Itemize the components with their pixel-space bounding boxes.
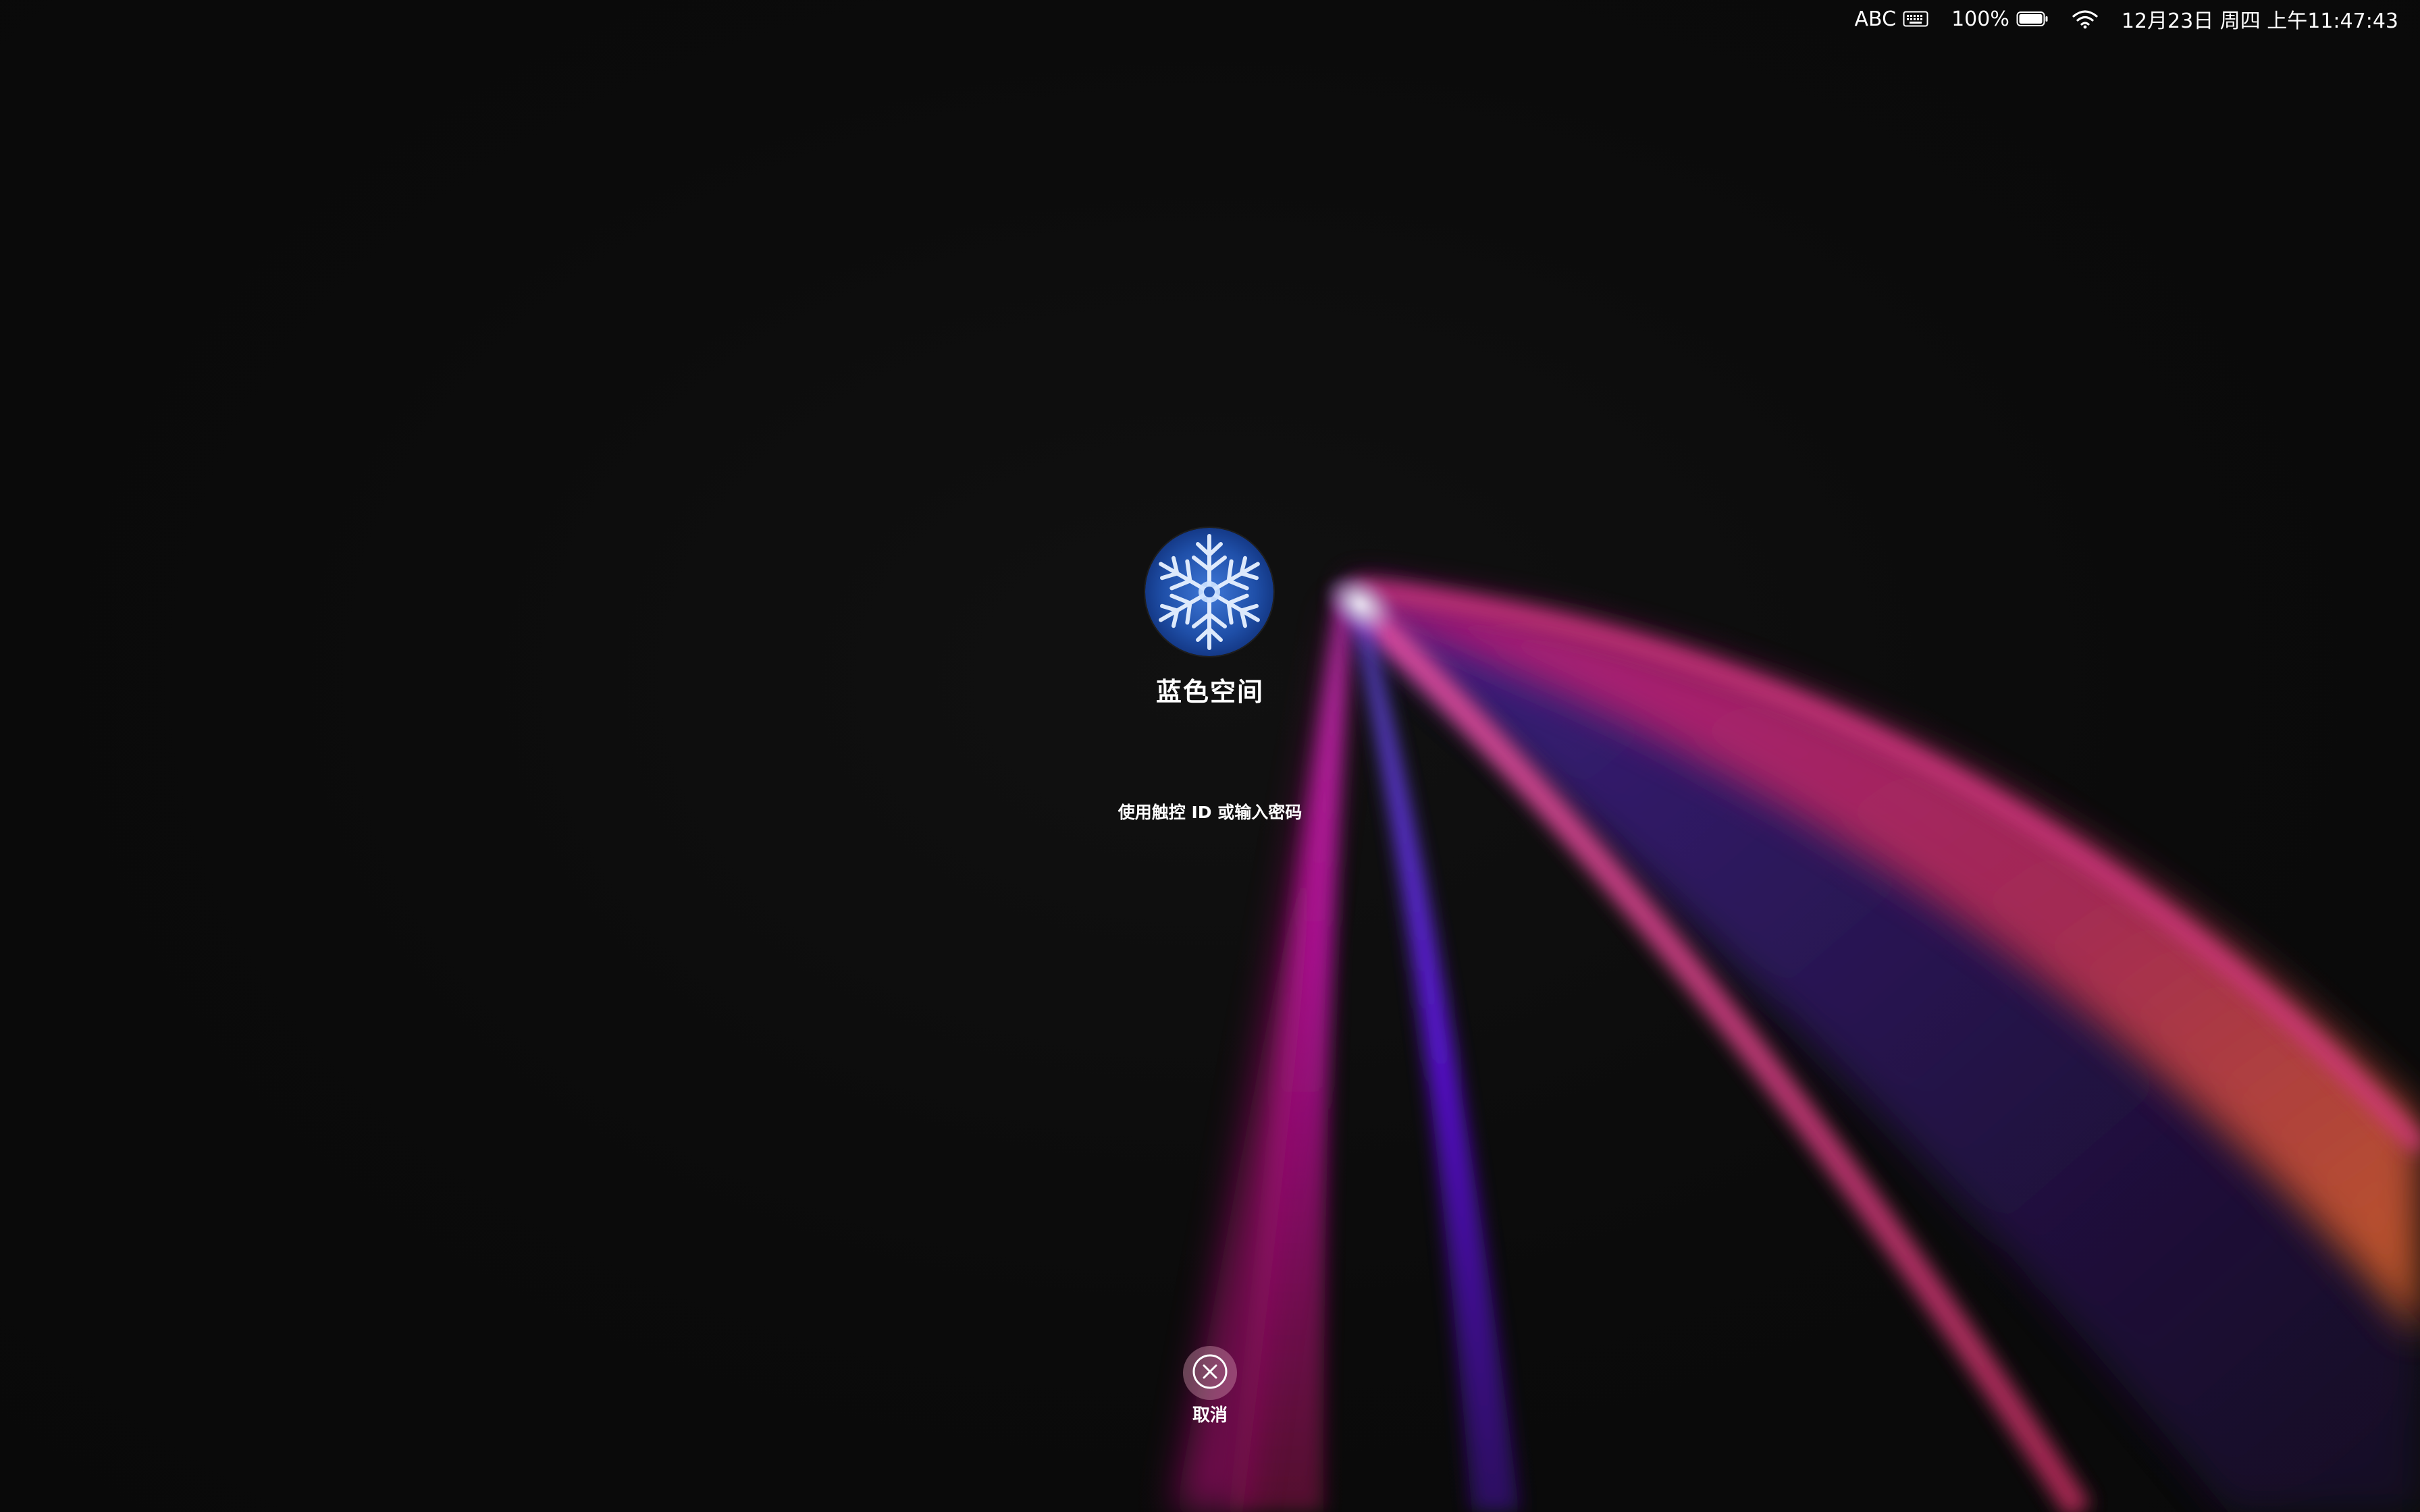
wallpaper-light-beams [1175,571,2420,1512]
close-icon [1191,1353,1229,1393]
battery-menu[interactable]: 100% [1951,7,2049,31]
keyboard-icon [1903,11,1928,27]
wifi-icon [2072,9,2099,29]
touch-id-prompt: 使用触控 ID 或输入密码 [1117,803,1303,822]
battery-icon [2016,11,2049,27]
lock-screen: ABC 100% 12月23日 周四 上午11:47:43 蓝色空间 使用触控 … [0,0,2420,1512]
cancel-button[interactable] [1183,1346,1237,1400]
wifi-menu[interactable] [2072,9,2099,29]
menu-bar: ABC 100% 12月23日 周四 上午11:47:43 [1832,0,2420,38]
cancel-label: 取消 [1192,1405,1228,1426]
snowflake-avatar-icon [1145,528,1273,656]
input-source-menu[interactable]: ABC [1855,7,1929,31]
datetime: 12月23日 周四 上午11:47:43 [2121,9,2398,33]
battery-percent: 100% [1951,7,2009,31]
clock-menu[interactable]: 12月23日 周四 上午11:47:43 [2122,4,2398,34]
input-source-label: ABC [1854,7,1897,31]
user-avatar[interactable] [1145,528,1273,656]
user-name: 蓝色空间 [1155,677,1264,707]
